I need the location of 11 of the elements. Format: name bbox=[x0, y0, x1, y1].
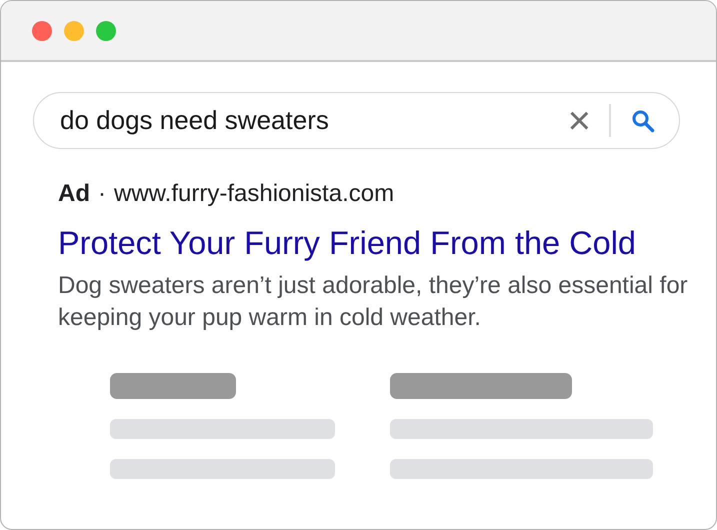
window-control-dot[interactable] bbox=[32, 20, 52, 40]
ad-label: Ad bbox=[58, 180, 90, 209]
window-control-dot[interactable] bbox=[96, 20, 116, 40]
search-icon bbox=[631, 108, 655, 132]
window-control-dot[interactable] bbox=[64, 20, 84, 40]
ad-description: Dog sweaters aren’t just adorable, they’re also essential for keeping your pup warm in cold weather. bbox=[57, 270, 689, 333]
clear-button[interactable]: × bbox=[558, 100, 601, 140]
search-field[interactable]: do dogs need sweaters × bbox=[33, 92, 680, 149]
ad-url: www.furry-fashionista.com bbox=[114, 180, 394, 209]
separator-dot: · bbox=[98, 180, 106, 209]
ad-title-link[interactable]: Protect Your Furry Friend From the Cold bbox=[33, 224, 636, 263]
